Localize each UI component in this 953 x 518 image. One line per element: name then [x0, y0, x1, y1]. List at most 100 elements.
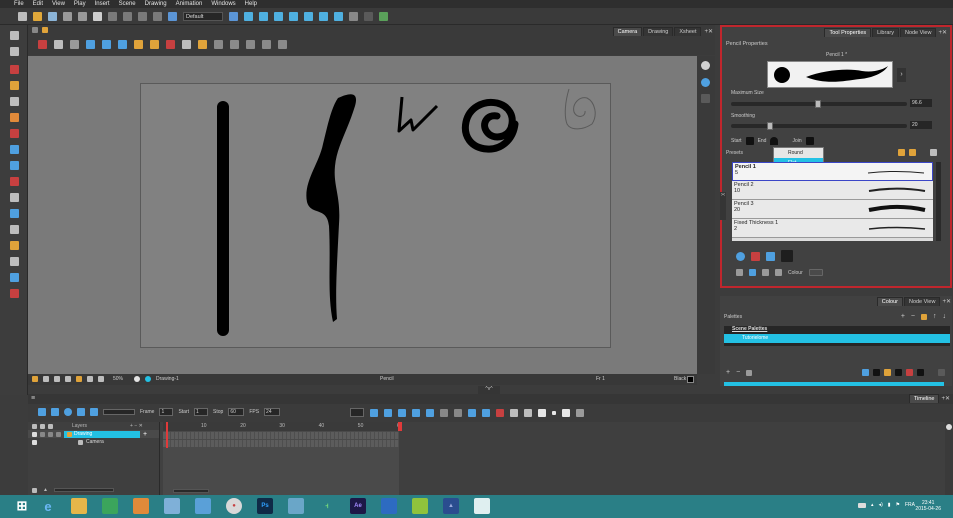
zoom-icon[interactable]	[10, 241, 19, 250]
lock-all-icon[interactable]	[150, 40, 159, 49]
tray-up-icon[interactable]: ▴	[871, 502, 874, 508]
black-swatch[interactable]	[873, 369, 880, 376]
app-icon-6[interactable]	[195, 498, 211, 514]
tab-xsheet[interactable]: Xsheet	[674, 27, 702, 36]
frame-grid[interactable]: 1020304050607080901001101201301401501601…	[163, 422, 945, 495]
pressure-icon[interactable]	[736, 269, 743, 276]
reset-view-icon[interactable]	[246, 40, 255, 49]
tl-tool-16-icon[interactable]	[576, 408, 584, 417]
app-icon-10[interactable]: Ꟶ	[319, 498, 335, 514]
tint-icon[interactable]	[884, 369, 891, 376]
clock[interactable]: 23:41 2015-04-26	[915, 500, 941, 512]
rectangle-icon[interactable]	[10, 193, 19, 202]
stroke-icon[interactable]	[182, 40, 191, 49]
frame-scrollbar[interactable]	[173, 489, 209, 493]
layer-outline-toggle[interactable]	[48, 431, 53, 437]
rotate-icon[interactable]	[259, 12, 268, 21]
field-guide-icon[interactable]	[102, 40, 111, 49]
auto-flatten-icon[interactable]	[751, 251, 760, 261]
tl-tool-6-icon[interactable]	[440, 408, 448, 417]
max-size-slider[interactable]	[731, 100, 907, 108]
tl-tool-11-icon[interactable]	[510, 408, 518, 417]
preset-item[interactable]: Pencil 2 10	[732, 181, 933, 200]
menu-view[interactable]: View	[52, 0, 65, 8]
after-effects-icon[interactable]: Ae	[350, 498, 366, 514]
scale-icon[interactable]	[274, 12, 283, 21]
import-icon[interactable]	[78, 12, 87, 21]
photoshop-icon[interactable]: Ps	[257, 498, 273, 514]
menu-file[interactable]: File	[14, 0, 24, 8]
mask-icon[interactable]	[98, 376, 104, 382]
preset-item[interactable]: Pencil 3 20	[732, 200, 933, 219]
redo-icon[interactable]	[108, 12, 117, 21]
join-button[interactable]	[805, 137, 814, 145]
tl-tool-1-icon[interactable]	[370, 408, 378, 417]
close-colour-icon[interactable]: +✕	[941, 298, 952, 305]
smoothing-input[interactable]: 20	[910, 121, 932, 129]
flip-v-icon[interactable]	[230, 40, 239, 49]
tablet-icon[interactable]	[749, 269, 756, 276]
tl-tool-4-icon[interactable]	[412, 408, 420, 417]
tray-app-icon[interactable]	[858, 502, 867, 508]
tray-flag-icon[interactable]: ⚑	[896, 502, 900, 508]
rotate-view-icon[interactable]	[262, 40, 271, 49]
auto-create-icon[interactable]	[766, 251, 775, 261]
undo-icon[interactable]	[93, 12, 102, 21]
bulb-icon[interactable]	[198, 40, 207, 49]
colour-list-top[interactable]	[724, 382, 944, 386]
preset-item[interactable]: Fixed Thickness 1 2	[732, 219, 933, 238]
zoom-level[interactable]: 50%	[113, 376, 123, 382]
sound-icon[interactable]	[77, 408, 85, 416]
swatch-2[interactable]	[895, 369, 902, 376]
stroke-style-select[interactable]	[350, 408, 364, 417]
menu-animation[interactable]: Animation	[176, 0, 203, 8]
tab-camera[interactable]: Camera	[612, 27, 643, 36]
add-palette-icon[interactable]: +	[901, 313, 905, 320]
camera-track[interactable]	[163, 440, 399, 447]
menu-edit[interactable]: Edit	[33, 0, 43, 8]
layer-view-icon[interactable]	[701, 94, 710, 103]
polyline-icon[interactable]	[10, 161, 19, 170]
tl-tool-13-icon[interactable]	[538, 408, 546, 417]
onion-skin-icon[interactable]	[946, 424, 952, 430]
text-icon[interactable]	[10, 97, 19, 106]
copy-icon[interactable]	[138, 12, 147, 21]
smoothing-knob[interactable]	[767, 122, 773, 130]
tl-tool-10-icon[interactable]	[496, 408, 504, 417]
line-icon[interactable]	[10, 145, 19, 154]
menu-scene[interactable]: Scene	[119, 0, 136, 8]
onion-icon[interactable]	[364, 12, 373, 21]
tray-network-icon[interactable]: ▮	[888, 502, 891, 508]
layer-visible-icon[interactable]	[32, 431, 37, 437]
play-icon[interactable]	[38, 408, 46, 416]
brush-icon[interactable]	[10, 65, 19, 74]
playback-speed-slider[interactable]	[103, 409, 135, 415]
smoothing-slider[interactable]	[731, 122, 907, 130]
edit-colour-icon[interactable]	[746, 369, 753, 376]
expand-timeline-icon[interactable]: ^v^	[478, 386, 500, 394]
layer-row[interactable]: Camera	[28, 438, 159, 446]
menu-drawing[interactable]: Drawing	[145, 0, 167, 8]
flip-h-icon[interactable]	[214, 40, 223, 49]
auto-fill-icon[interactable]	[736, 251, 745, 261]
paint-icon[interactable]	[10, 129, 19, 138]
swatch-view-icon[interactable]	[938, 369, 945, 376]
chart-icon[interactable]	[349, 12, 358, 21]
add-colour-icon[interactable]: +	[726, 369, 730, 376]
safety-icon[interactable]	[65, 376, 71, 382]
menu-windows[interactable]: Windows	[211, 0, 235, 8]
frame-icon[interactable]	[43, 376, 49, 382]
tl-tool-5-icon[interactable]	[426, 408, 434, 417]
ie-icon[interactable]: e	[40, 498, 56, 514]
skew-icon[interactable]	[289, 12, 298, 21]
preview-arrow-icon[interactable]: ›	[897, 68, 906, 82]
dropper-colour-icon[interactable]	[862, 369, 869, 376]
ref-icon[interactable]	[87, 376, 93, 382]
tl-tool-15-icon[interactable]	[562, 408, 570, 417]
layer-visibility-icon[interactable]	[32, 423, 37, 429]
windows-start-icon[interactable]: ⊞	[14, 498, 30, 514]
app-icon-14[interactable]: ▲	[443, 498, 459, 514]
layer-visible-icon[interactable]	[32, 439, 37, 445]
camera-mask-icon[interactable]	[118, 40, 127, 49]
app-icon-5[interactable]	[164, 498, 180, 514]
